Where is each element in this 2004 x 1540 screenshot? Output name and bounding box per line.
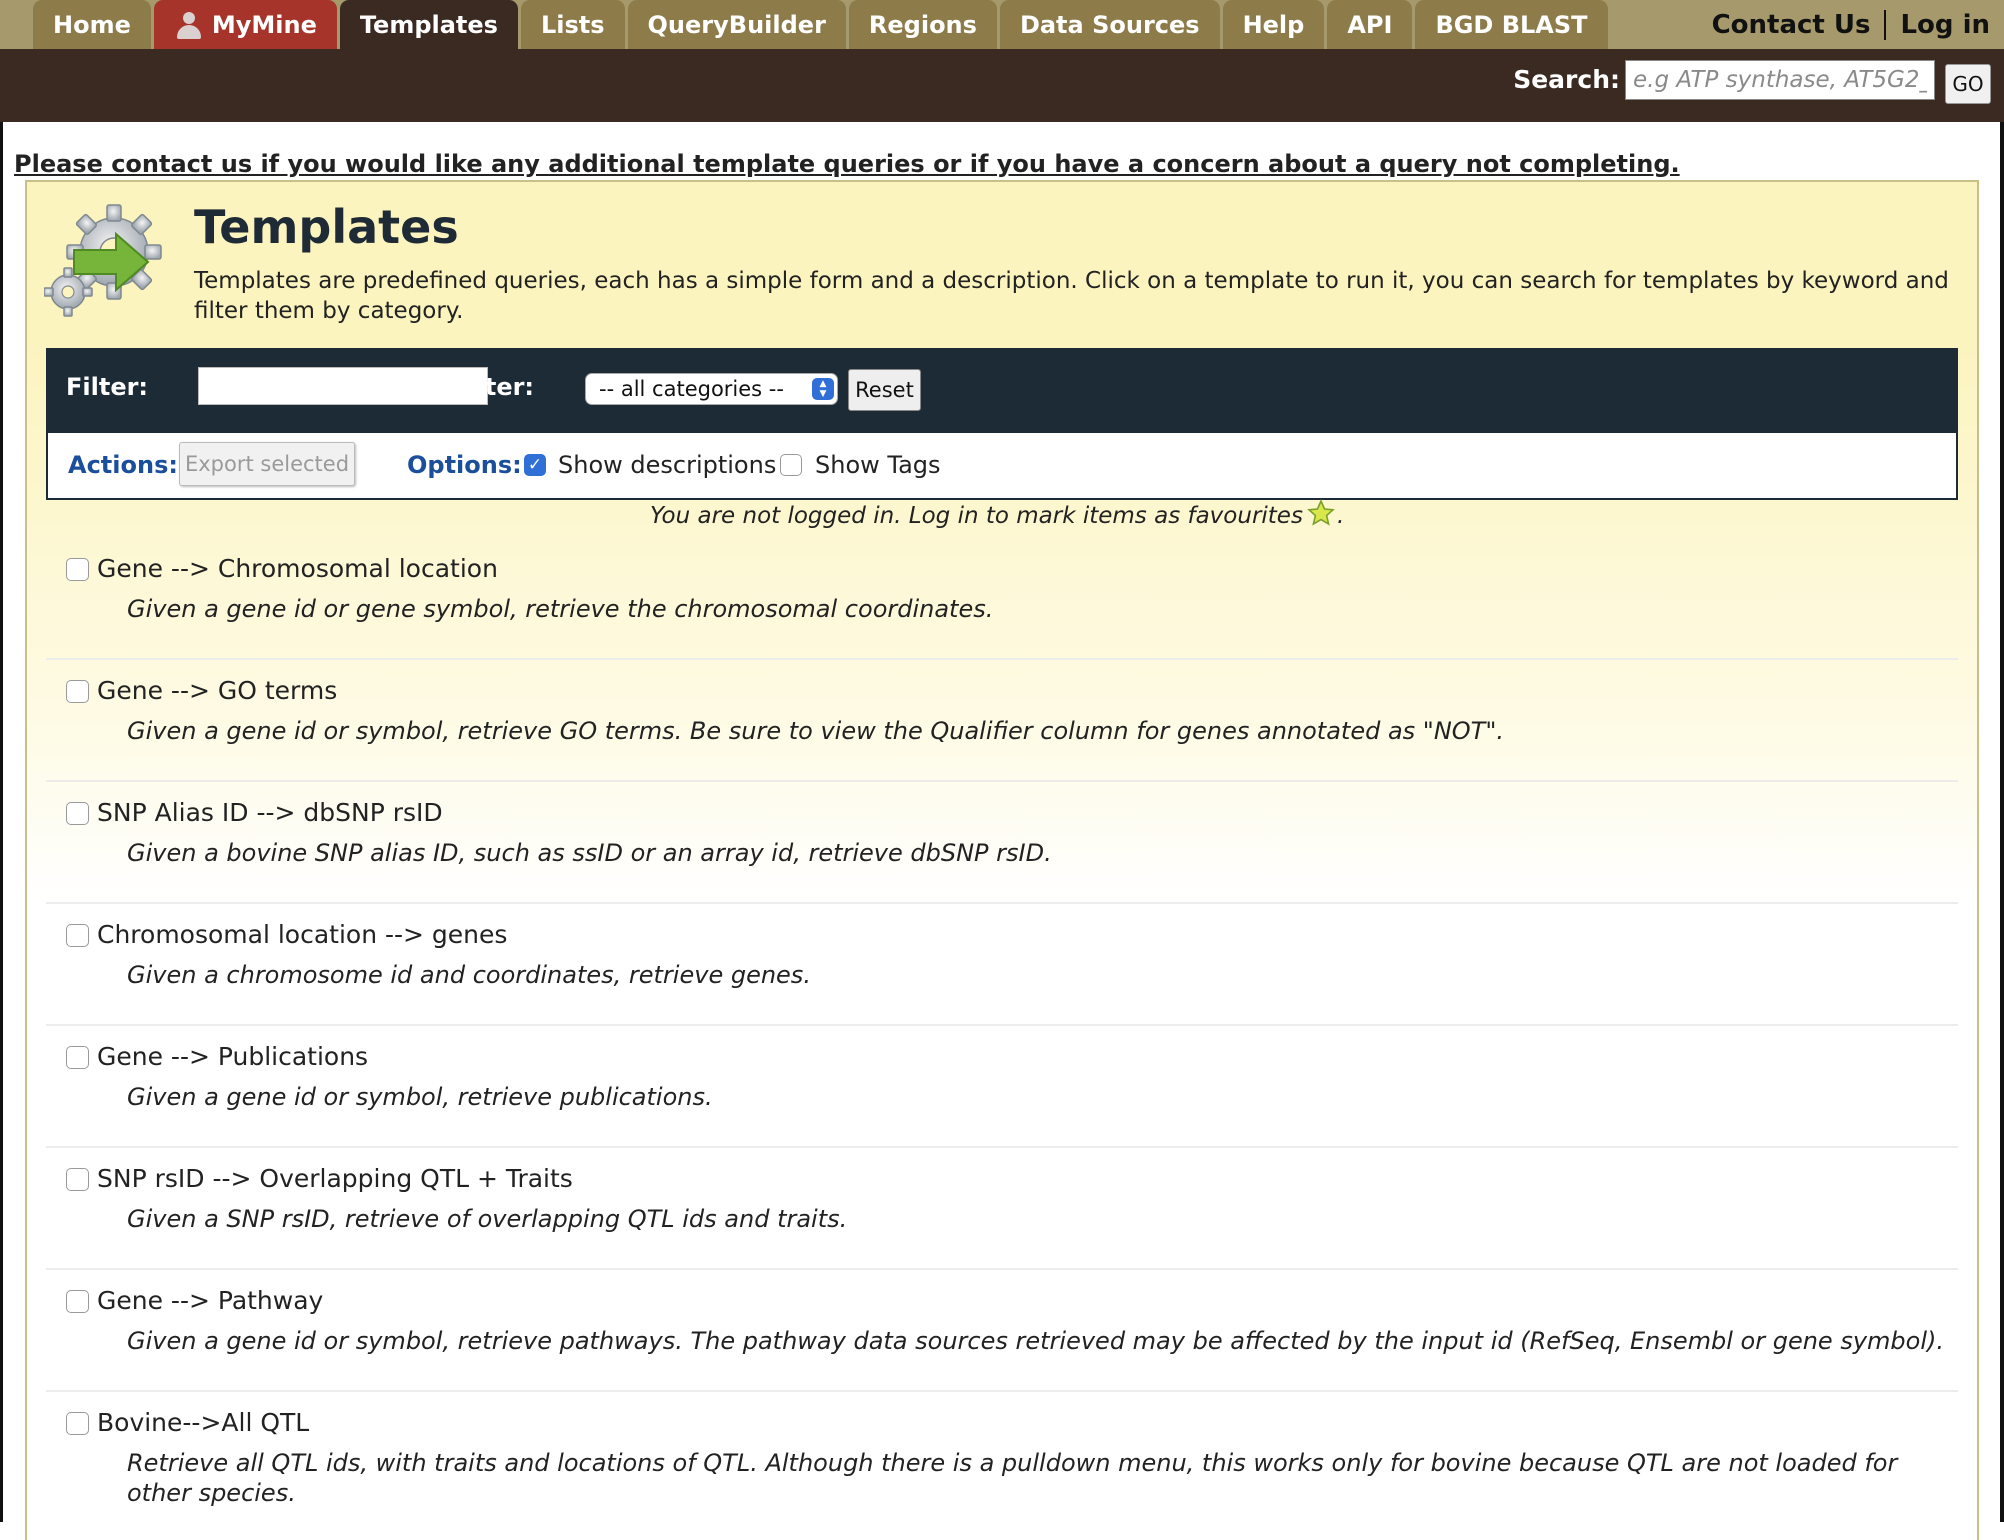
tab-data-sources-label: Data Sources bbox=[1019, 10, 1200, 39]
template-checkbox[interactable] bbox=[66, 924, 89, 947]
template-item: Gene --> Publications Given a gene id or… bbox=[46, 1026, 1958, 1148]
contact-message-link[interactable]: Please contact us if you would like any … bbox=[14, 150, 1680, 178]
star-icon bbox=[1307, 499, 1335, 526]
login-note-text: You are not logged in. Log in to mark it… bbox=[650, 503, 1303, 529]
tab-querybuilder-label: QueryBuilder bbox=[647, 10, 826, 39]
page-frame-left bbox=[0, 122, 3, 1522]
template-title-link[interactable]: Gene --> GO terms bbox=[97, 676, 337, 705]
actions-label: Actions: bbox=[68, 451, 178, 479]
template-list: Gene --> Chromosomal location Given a ge… bbox=[46, 538, 1958, 1532]
template-checkbox[interactable] bbox=[66, 680, 89, 703]
tab-templates-label: Templates bbox=[359, 10, 498, 39]
user-icon bbox=[174, 10, 204, 40]
go-button[interactable]: GO bbox=[1945, 64, 1991, 104]
show-tags-label[interactable]: Show Tags bbox=[815, 451, 941, 479]
top-navigation: Home MyMine Templates Lists QueryBuilder… bbox=[0, 0, 2004, 49]
template-checkbox[interactable] bbox=[66, 1290, 89, 1313]
template-title-link[interactable]: Gene --> Publications bbox=[97, 1042, 368, 1071]
tab-lists[interactable]: Lists bbox=[520, 0, 625, 49]
template-description: Given a gene id or symbol, retrieve publ… bbox=[127, 1083, 713, 1111]
template-checkbox[interactable] bbox=[66, 802, 89, 825]
reset-button[interactable]: Reset bbox=[848, 369, 921, 411]
template-title-link[interactable]: SNP Alias ID --> dbSNP rsID bbox=[97, 798, 443, 827]
tab-mymine-label: MyMine bbox=[211, 10, 317, 39]
template-item: SNP rsID --> Overlapping QTL + Traits Gi… bbox=[46, 1148, 1958, 1270]
tab-lists-label: Lists bbox=[540, 10, 605, 39]
template-checkbox[interactable] bbox=[66, 1412, 89, 1435]
template-checkbox[interactable] bbox=[66, 1168, 89, 1191]
template-title-link[interactable]: SNP rsID --> Overlapping QTL + Traits bbox=[97, 1164, 573, 1193]
template-title-link[interactable]: Gene --> Pathway bbox=[97, 1286, 323, 1315]
tab-templates[interactable]: Templates bbox=[339, 0, 518, 49]
contact-us-link[interactable]: Contact Us bbox=[1712, 10, 1871, 40]
tab-mymine[interactable]: MyMine bbox=[153, 0, 337, 49]
search-bar: Search: GO bbox=[0, 49, 2004, 122]
template-item: Bovine-->All QTL Retrieve all QTL ids, w… bbox=[46, 1392, 1958, 1532]
nav-tabs: Home MyMine Templates Lists QueryBuilder… bbox=[33, 0, 1611, 49]
top-links: Contact Us Log in bbox=[1712, 0, 1990, 49]
log-in-link[interactable]: Log in bbox=[1900, 10, 1990, 40]
filter-bar: Filter: Filter: -- all categories -- ▲ ▼ … bbox=[46, 348, 1958, 433]
template-title-link[interactable]: Bovine-->All QTL bbox=[97, 1408, 309, 1437]
tab-regions[interactable]: Regions bbox=[848, 0, 997, 49]
tab-querybuilder[interactable]: QueryBuilder bbox=[627, 0, 846, 49]
template-description: Given a SNP rsID, retrieve of overlappin… bbox=[127, 1205, 848, 1233]
page-intro: Templates are predefined queries, each h… bbox=[194, 268, 1949, 324]
template-checkbox[interactable] bbox=[66, 558, 89, 581]
template-item: Gene --> GO terms Given a gene id or sym… bbox=[46, 660, 1958, 782]
template-title-link[interactable]: Chromosomal location --> genes bbox=[97, 920, 507, 949]
category-select-value: -- all categories -- bbox=[599, 377, 784, 401]
tab-api-label: API bbox=[1347, 10, 1393, 39]
top-links-divider bbox=[1884, 9, 1887, 40]
tab-home-label: Home bbox=[53, 10, 131, 39]
show-descriptions-checkbox[interactable]: ✓ bbox=[524, 454, 546, 476]
template-description: Given a gene id or symbol, retrieve path… bbox=[127, 1327, 1944, 1355]
text-filter-input[interactable] bbox=[198, 367, 488, 405]
page-frame-right bbox=[2000, 122, 2004, 1522]
template-description: Given a gene id or gene symbol, retrieve… bbox=[127, 595, 994, 623]
show-tags-checkbox[interactable] bbox=[780, 454, 802, 476]
tab-data-sources[interactable]: Data Sources bbox=[999, 0, 1220, 49]
text-filter-label: Filter: bbox=[66, 373, 149, 401]
search-input[interactable] bbox=[1625, 60, 1935, 100]
template-description: Given a chromosome id and coordinates, r… bbox=[127, 961, 811, 989]
login-note-suffix: . bbox=[1336, 503, 1345, 529]
tab-bgd-blast[interactable]: BGD BLAST bbox=[1415, 0, 1608, 49]
gears-with-arrow-icon bbox=[44, 204, 162, 317]
chevron-up-down-icon: ▲ ▼ bbox=[812, 378, 834, 400]
template-item: Gene --> Pathway Given a gene id or symb… bbox=[46, 1270, 1958, 1392]
template-description: Retrieve all QTL ids, with traits and lo… bbox=[127, 1449, 1898, 1507]
page-title: Templates bbox=[194, 200, 459, 254]
export-selected-button[interactable]: Export selected bbox=[179, 442, 355, 486]
category-filter-label: Filter: bbox=[452, 373, 535, 401]
tab-bgd-blast-label: BGD BLAST bbox=[1435, 10, 1588, 39]
template-description: Given a gene id or symbol, retrieve GO t… bbox=[127, 717, 1505, 745]
show-descriptions-label[interactable]: Show descriptions bbox=[558, 451, 776, 479]
search-label: Search: bbox=[1513, 65, 1620, 94]
login-note: You are not logged in. Log in to mark it… bbox=[650, 499, 1345, 529]
template-checkbox[interactable] bbox=[66, 1046, 89, 1069]
template-description: Given a bovine SNP alias ID, such as ssI… bbox=[127, 839, 1052, 867]
template-item: SNP Alias ID --> dbSNP rsID Given a bovi… bbox=[46, 782, 1958, 904]
template-item: Gene --> Chromosomal location Given a ge… bbox=[46, 538, 1958, 660]
checkmark-icon: ✓ bbox=[527, 455, 543, 475]
template-item: Chromosomal location --> genes Given a c… bbox=[46, 904, 1958, 1026]
tab-regions-label: Regions bbox=[868, 10, 977, 39]
tab-help[interactable]: Help bbox=[1222, 0, 1325, 49]
tab-home[interactable]: Home bbox=[33, 0, 151, 49]
actions-bar: Actions: Export selected Options: ✓ Show… bbox=[46, 433, 1958, 500]
tab-help-label: Help bbox=[1242, 10, 1305, 39]
template-title-link[interactable]: Gene --> Chromosomal location bbox=[97, 554, 498, 583]
category-select[interactable]: -- all categories -- ▲ ▼ bbox=[585, 373, 838, 405]
tab-api[interactable]: API bbox=[1327, 0, 1413, 49]
options-label: Options: bbox=[407, 451, 522, 479]
